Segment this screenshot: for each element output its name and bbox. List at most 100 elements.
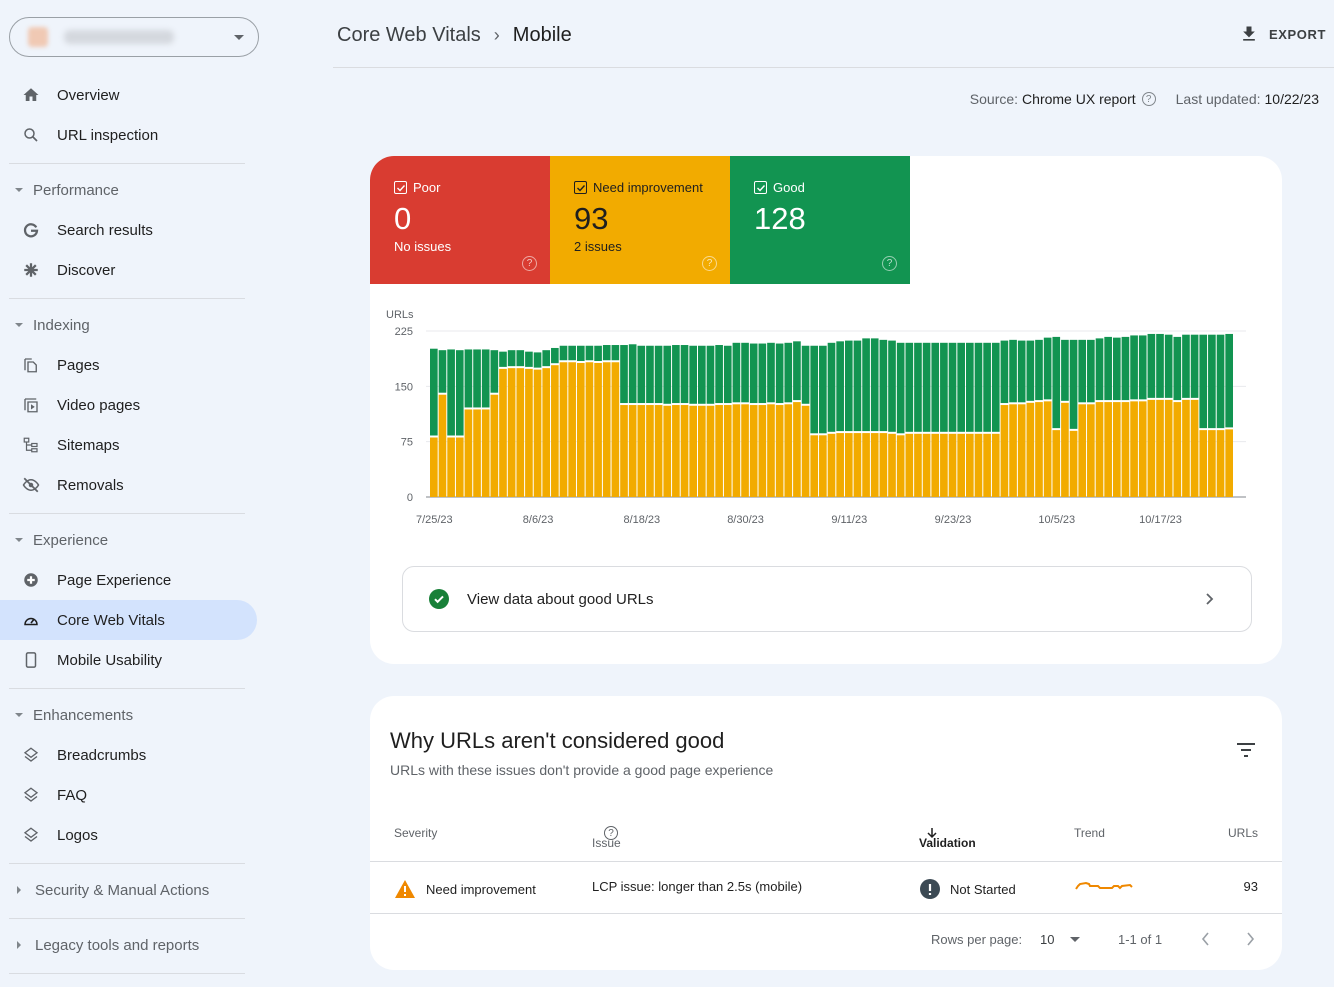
bar-good[interactable] bbox=[1190, 334, 1199, 398]
bar-need-improvement[interactable] bbox=[870, 433, 879, 497]
bar-good[interactable] bbox=[1173, 336, 1182, 401]
bar-need-improvement[interactable] bbox=[447, 437, 455, 497]
bar-good[interactable] bbox=[940, 342, 948, 432]
bar-need-improvement[interactable] bbox=[1121, 402, 1130, 497]
status-tab-poor[interactable]: Poor 0 No issues ? bbox=[370, 156, 550, 284]
bar-good[interactable] bbox=[1138, 335, 1147, 400]
bar-good[interactable] bbox=[585, 345, 594, 361]
bar-good[interactable] bbox=[879, 339, 888, 432]
bar-good[interactable] bbox=[819, 345, 827, 434]
bar-need-improvement[interactable] bbox=[507, 368, 516, 497]
bar-need-improvement[interactable] bbox=[473, 409, 481, 497]
bar-need-improvement[interactable] bbox=[1199, 430, 1208, 497]
view-good-urls-button[interactable]: View data about good URLs bbox=[402, 566, 1252, 632]
sidebar-item-page-experience[interactable]: Page Experience bbox=[0, 560, 257, 600]
bar-good[interactable] bbox=[637, 345, 646, 404]
bar-good[interactable] bbox=[836, 341, 844, 432]
bar-good[interactable] bbox=[810, 345, 819, 434]
bar-need-improvement[interactable] bbox=[853, 433, 862, 497]
bar-good[interactable] bbox=[957, 342, 965, 432]
bar-need-improvement[interactable] bbox=[810, 435, 819, 497]
bar-need-improvement[interactable] bbox=[525, 368, 533, 497]
bar-good[interactable] bbox=[706, 345, 715, 404]
bar-need-improvement[interactable] bbox=[1182, 399, 1190, 497]
bar-good[interactable] bbox=[602, 345, 611, 361]
help-icon[interactable]: ? bbox=[522, 256, 537, 271]
bar-need-improvement[interactable] bbox=[931, 433, 940, 497]
bar-good[interactable] bbox=[723, 345, 732, 404]
bar-good[interactable] bbox=[1017, 340, 1026, 403]
bar-good[interactable] bbox=[689, 345, 697, 404]
bar-need-improvement[interactable] bbox=[1095, 402, 1104, 497]
bar-need-improvement[interactable] bbox=[1147, 399, 1156, 497]
bar-good[interactable] bbox=[1208, 334, 1216, 429]
bar-need-improvement[interactable] bbox=[490, 394, 499, 497]
bar-good[interactable] bbox=[525, 351, 533, 367]
bar-good[interactable] bbox=[1225, 333, 1233, 428]
export-button[interactable]: EXPORT bbox=[1239, 24, 1326, 44]
bar-need-improvement[interactable] bbox=[516, 368, 525, 497]
bar-need-improvement[interactable] bbox=[1087, 404, 1095, 497]
bar-good[interactable] bbox=[1199, 334, 1208, 429]
bar-good[interactable] bbox=[741, 342, 749, 403]
bar-need-improvement[interactable] bbox=[706, 405, 715, 497]
bar-good[interactable] bbox=[888, 340, 896, 432]
bar-need-improvement[interactable] bbox=[1138, 401, 1147, 497]
bar-good[interactable] bbox=[758, 343, 767, 404]
rows-per-page-select[interactable]: 10 bbox=[1040, 932, 1081, 947]
sidebar-item-core-web-vitals[interactable]: Core Web Vitals bbox=[0, 600, 257, 640]
bar-good[interactable] bbox=[1009, 339, 1017, 403]
bar-good[interactable] bbox=[1112, 337, 1121, 401]
bar-good[interactable] bbox=[438, 350, 447, 393]
bar-good[interactable] bbox=[1000, 340, 1009, 404]
bar-good[interactable] bbox=[801, 345, 810, 404]
bar-need-improvement[interactable] bbox=[1156, 399, 1164, 497]
bar-need-improvement[interactable] bbox=[542, 368, 551, 497]
bar-need-improvement[interactable] bbox=[844, 433, 853, 497]
bar-need-improvement[interactable] bbox=[1052, 430, 1061, 497]
bar-need-improvement[interactable] bbox=[862, 433, 870, 497]
bar-need-improvement[interactable] bbox=[784, 404, 793, 497]
checkbox-checked-icon[interactable] bbox=[754, 181, 767, 194]
checkbox-checked-icon[interactable] bbox=[574, 181, 587, 194]
bar-need-improvement[interactable] bbox=[1009, 404, 1017, 497]
bar-good[interactable] bbox=[1035, 339, 1043, 401]
bar-need-improvement[interactable] bbox=[715, 405, 723, 497]
bar-need-improvement[interactable] bbox=[1164, 399, 1173, 497]
bar-need-improvement[interactable] bbox=[819, 435, 827, 497]
bar-good[interactable] bbox=[473, 349, 481, 408]
bar-need-improvement[interactable] bbox=[499, 368, 507, 497]
bar-need-improvement[interactable] bbox=[602, 362, 611, 497]
bar-good[interactable] bbox=[931, 342, 940, 432]
bar-need-improvement[interactable] bbox=[568, 362, 576, 497]
bar-need-improvement[interactable] bbox=[888, 433, 896, 497]
col-issue[interactable]: Issue? bbox=[592, 826, 621, 850]
sidebar-item-faq[interactable]: FAQ bbox=[0, 775, 257, 815]
bar-good[interactable] bbox=[983, 342, 991, 432]
bar-need-improvement[interactable] bbox=[758, 405, 767, 497]
bar-good[interactable] bbox=[542, 350, 551, 367]
bar-need-improvement[interactable] bbox=[646, 405, 654, 497]
bar-good[interactable] bbox=[922, 342, 931, 432]
help-icon[interactable]: ? bbox=[702, 256, 717, 271]
bar-need-improvement[interactable] bbox=[1035, 402, 1043, 497]
bar-need-improvement[interactable] bbox=[1026, 402, 1035, 497]
bar-need-improvement[interactable] bbox=[680, 405, 689, 497]
bar-good[interactable] bbox=[844, 340, 853, 432]
bar-good[interactable] bbox=[948, 342, 957, 432]
bar-need-improvement[interactable] bbox=[836, 433, 844, 497]
bar-good[interactable] bbox=[974, 342, 983, 432]
bar-good[interactable] bbox=[430, 348, 438, 436]
bar-need-improvement[interactable] bbox=[827, 433, 836, 497]
bar-need-improvement[interactable] bbox=[559, 362, 568, 497]
bar-need-improvement[interactable] bbox=[689, 405, 697, 497]
bar-need-improvement[interactable] bbox=[1112, 402, 1121, 497]
bar-good[interactable] bbox=[628, 344, 637, 404]
bar-good[interactable] bbox=[551, 347, 559, 364]
bar-good[interactable] bbox=[862, 338, 870, 432]
bar-need-improvement[interactable] bbox=[775, 405, 784, 497]
bar-good[interactable] bbox=[715, 345, 723, 404]
bar-good[interactable] bbox=[1026, 340, 1035, 401]
status-tab-need-improvement[interactable]: Need improvement 93 2 issues ? bbox=[550, 156, 730, 284]
bar-need-improvement[interactable] bbox=[430, 437, 438, 497]
